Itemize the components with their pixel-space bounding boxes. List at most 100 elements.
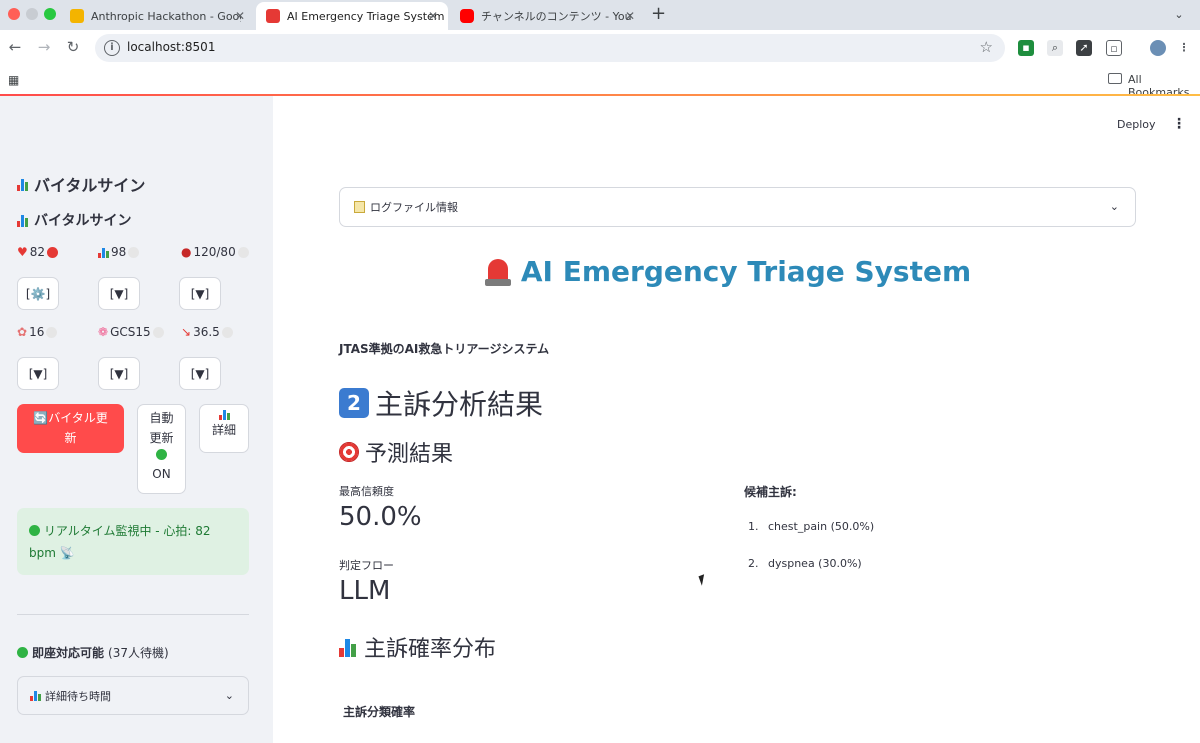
vital-update-button[interactable]: 🔄バイタル更 新 — [17, 404, 124, 453]
confidence-label: 最高信頼度 — [339, 485, 394, 498]
bar-chart-icon — [17, 177, 28, 191]
sidebar-subheader-text: バイタルサイン — [34, 213, 132, 229]
vital-dropdown-button[interactable]: [▼] — [179, 357, 221, 390]
green-dot-icon — [29, 525, 40, 536]
chevron-down-icon: ⌄ — [1109, 200, 1119, 213]
vital-dropdown-button[interactable]: [▼] — [98, 277, 140, 310]
wait-expander-label: 詳細待ち時間 — [45, 689, 111, 703]
list-item: 2. dyspnea (30.0%) — [748, 557, 862, 570]
list-item-number: 1. — [748, 520, 759, 533]
extension-send-icon[interactable]: ➚ — [1076, 40, 1092, 56]
list-item: 1. chest_pain (50.0%) — [748, 520, 874, 533]
vital-dropdown-button[interactable]: [▼] — [179, 277, 221, 310]
window-zoom-button[interactable] — [44, 8, 56, 20]
vital-value: 36.5 — [193, 325, 220, 339]
section-heading: 2 主訴分析結果 — [339, 383, 543, 423]
vital-gcs: ❁ GCS15 — [98, 325, 164, 339]
close-icon[interactable]: ✕ — [428, 9, 438, 23]
auto-button-line2: 更新 — [149, 431, 174, 445]
list-item-text: chest_pain (50.0%) — [768, 520, 875, 533]
close-icon[interactable]: ✕ — [235, 9, 245, 23]
auto-button-line1: 自動 — [149, 411, 174, 425]
address-bar[interactable]: i localhost:8501 ☆ — [95, 34, 1005, 62]
detail-button[interactable]: 詳細 — [199, 404, 249, 453]
youtube-icon — [460, 9, 474, 23]
refresh-icon: 🔄 — [33, 411, 49, 425]
thermometer-icon: ↘ — [181, 325, 192, 339]
vital-spo2: 98 — [98, 245, 140, 259]
status-grey-dot-icon — [128, 246, 140, 258]
main-menu-icon[interactable]: ⋮ — [1172, 116, 1186, 132]
monitor-text: リアルタイム監視中 - 心拍: 82 — [43, 524, 211, 538]
sidebar-header-text: バイタルサイン — [34, 176, 146, 195]
chart-title: 主訴分類確率 — [343, 705, 416, 719]
bookmark-star-icon[interactable]: ☆ — [980, 38, 993, 56]
monitor-line2: bpm 📡 — [29, 542, 237, 564]
heart-icon: ♥ — [17, 245, 28, 259]
lungs-icon: ✿ — [17, 325, 28, 339]
section-heading-text: 主訴分析結果 — [375, 388, 544, 421]
wait-time-expander[interactable]: 詳細待ち時間 ⌄ — [17, 676, 249, 715]
flow-value: LLM — [339, 576, 391, 606]
sidebar-header-vitals: バイタルサイン — [17, 172, 145, 196]
profile-avatar[interactable] — [1150, 40, 1166, 56]
page-title-text: AI Emergency Triage System — [520, 255, 972, 288]
sidebar-subheader-vitals: バイタルサイン — [17, 210, 131, 230]
site-info-icon[interactable]: i — [104, 40, 120, 56]
vital-blood-pressure: ● 120/80 — [181, 245, 249, 259]
new-tab-button[interactable]: + — [651, 3, 666, 24]
tab-youtube[interactable]: チャンネルのコンテンツ - YouTube ✕ — [450, 2, 645, 30]
auto-update-button[interactable]: 自動 更新 ON — [137, 404, 186, 494]
bar-chart-icon — [200, 409, 248, 420]
ready-status: 即座対応可能 (37人待機) — [17, 644, 169, 661]
blood-drop-icon: ● — [181, 245, 192, 259]
memo-icon — [354, 201, 365, 213]
vital-dropdown-button[interactable]: [▼] — [17, 357, 59, 390]
prediction-heading: 予測結果 — [339, 436, 453, 468]
update-button-line1: 🔄バイタル更 — [17, 408, 124, 428]
apps-grid-icon[interactable]: ▦ — [8, 73, 19, 87]
bar-chart-icon — [30, 690, 41, 701]
vital-value: 82 — [29, 245, 46, 259]
deploy-button[interactable]: Deploy — [1117, 118, 1156, 131]
tab-title: AI Emergency Triage System — [287, 9, 445, 23]
close-icon[interactable]: ✕ — [625, 9, 635, 23]
extensions-puzzle-icon[interactable]: ▫ — [1106, 40, 1122, 56]
tab-title: Anthropic Hackathon - Google — [91, 9, 241, 23]
url-text[interactable]: localhost:8501 — [127, 40, 215, 54]
log-expander-label: ログファイル情報 — [370, 201, 458, 214]
status-grey-dot-icon — [237, 246, 249, 258]
distribution-heading: 主訴確率分布 — [339, 631, 496, 663]
vital-respiratory-rate: ✿ 16 — [17, 325, 58, 339]
flow-label: 判定フロー — [339, 559, 394, 572]
vital-dropdown-button[interactable]: [▼] — [98, 357, 140, 390]
vital-value: 16 — [29, 325, 45, 339]
vital-value: 120/80 — [193, 245, 236, 259]
status-red-dot-icon — [47, 246, 59, 258]
status-grey-dot-icon — [152, 326, 164, 338]
extension-green-icon[interactable]: ▪ — [1018, 40, 1034, 56]
vital-settings-button[interactable]: [⚙️] — [17, 277, 59, 310]
google-slides-icon — [70, 9, 84, 23]
page-subtitle: JTAS準拠のAI救急トリアージシステム — [339, 342, 550, 356]
browser-toolbar: ← → ↻ i localhost:8501 ☆ ▪ ⌕ ➚ ▫ ⋮ — [0, 30, 1200, 66]
update-button-line2: 新 — [64, 431, 77, 445]
sidebar-divider — [17, 614, 249, 615]
forward-arrow-icon[interactable]: → — [34, 38, 54, 56]
detail-button-text: 詳細 — [211, 423, 236, 437]
reload-icon[interactable]: ↻ — [63, 38, 83, 56]
window-minimize-button[interactable] — [26, 8, 38, 20]
tab-search-chevron-icon[interactable]: ⌄ — [1168, 5, 1190, 25]
number-two-icon: 2 — [339, 388, 369, 418]
tab-anthropic-hackathon[interactable]: Anthropic Hackathon - Google ✕ — [60, 2, 255, 30]
browser-menu-icon[interactable]: ⋮ — [1176, 40, 1192, 56]
log-file-expander[interactable]: ログファイル情報 ⌄ — [339, 187, 1136, 227]
bar-chart-icon — [339, 637, 356, 657]
back-arrow-icon[interactable]: ← — [5, 38, 25, 56]
auto-button-line3: ON — [152, 467, 171, 481]
window-close-button[interactable] — [8, 8, 20, 20]
status-grey-dot-icon — [46, 326, 58, 338]
extension-search-icon[interactable]: ⌕ — [1047, 40, 1063, 56]
tab-ai-triage[interactable]: AI Emergency Triage System ✕ — [256, 2, 448, 30]
chevron-down-icon: ⌄ — [224, 689, 234, 702]
